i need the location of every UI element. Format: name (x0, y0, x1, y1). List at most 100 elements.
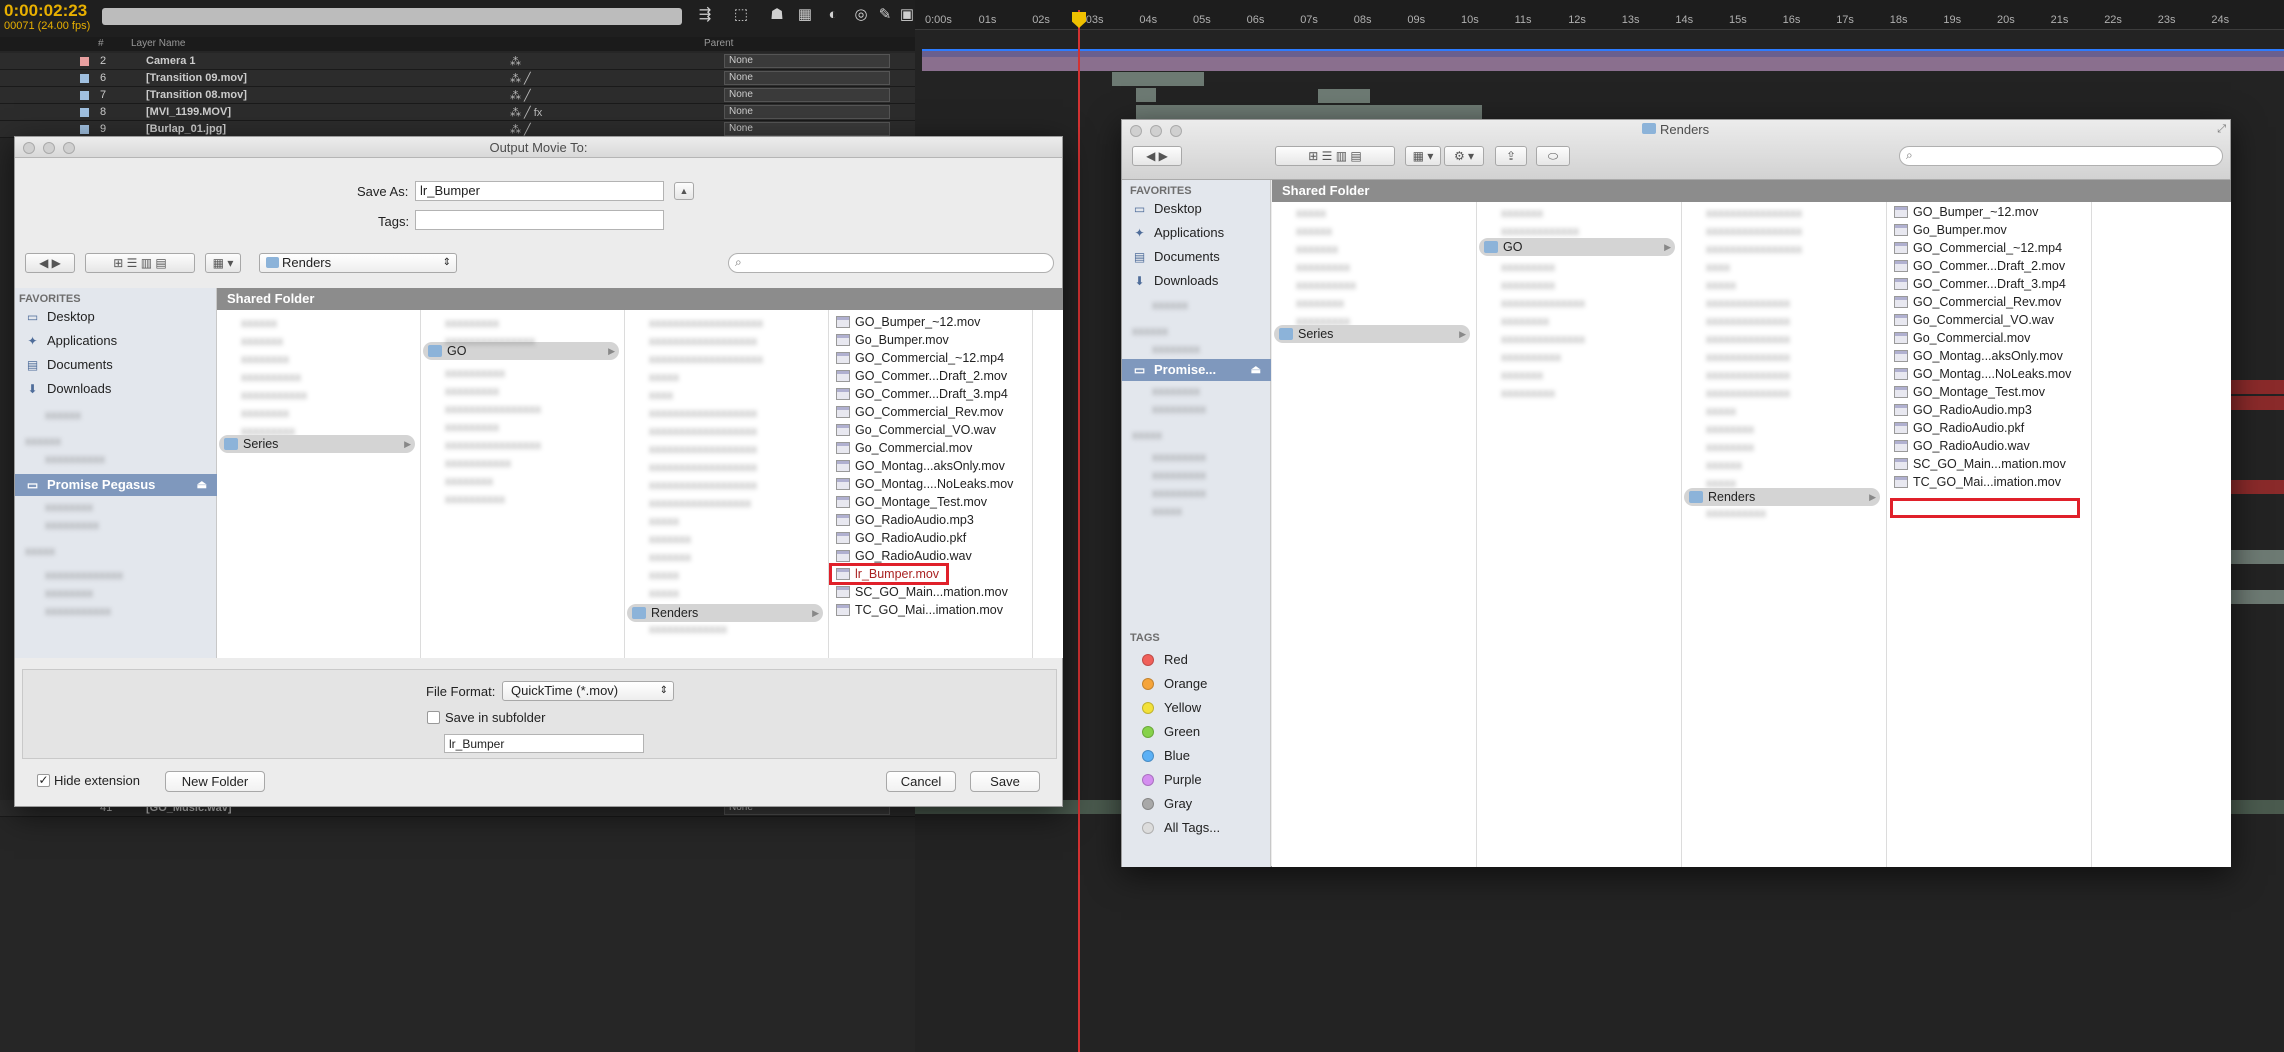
sidebar-tag-item[interactable]: Yellow (1164, 700, 1201, 715)
search-input[interactable]: ⌕ (728, 253, 1054, 273)
layer-bar[interactable] (2231, 480, 2284, 494)
file-list-item[interactable]: GO_Montage_Test.mov (831, 493, 1027, 511)
sidebar-item-downloads[interactable]: ⬇ Downloads (1122, 270, 1271, 292)
file-list-item[interactable]: Go_Commercial.mov (1889, 329, 2085, 347)
save-as-input[interactable]: lr_Bumper (415, 181, 664, 201)
view-mode-buttons[interactable]: ⊞ ☰ ▥ ▤ (85, 253, 195, 273)
browser-column-files[interactable]: GO_Bumper_~12.mov Go_Bumper.mov GO_Commerc… (1887, 202, 2092, 867)
sidebar-item-downloads[interactable]: ⬇ Downloads (15, 378, 217, 400)
comp-mini-flowchart-icon[interactable]: ⇶ (694, 5, 716, 25)
zoom-window-button[interactable] (63, 142, 75, 154)
file-list-item[interactable]: GO_Commer...Draft_2.mov (1889, 257, 2085, 275)
layer-bar[interactable] (1136, 88, 1156, 102)
list-item-go[interactable]: GO ▶ (1479, 238, 1675, 256)
layer-bar[interactable] (2231, 380, 2284, 394)
layer-row[interactable]: 6 [Transition 09.mov] ⁂ ╱ None (0, 70, 915, 87)
zoom-window-button[interactable] (1170, 125, 1182, 137)
expand-dialog-button[interactable]: ▲ (674, 182, 694, 200)
file-list-item[interactable]: GO_Montag...aksOnly.mov (831, 457, 1027, 475)
file-list-item[interactable]: GO_Commercial_Rev.mov (831, 403, 1027, 421)
file-list-item[interactable]: GO_Bumper_~12.mov (831, 313, 1027, 331)
sidebar-tag-item[interactable]: Green (1164, 724, 1200, 739)
time-ruler[interactable]: 0:00s 01s 02s 03s 04s 05s 06s 07s 08s 09s 10s 11s 12… (915, 0, 2284, 30)
layer-bar[interactable] (2231, 590, 2284, 604)
file-list-item[interactable]: GO_Montag....NoLeaks.mov (831, 475, 1027, 493)
label-color-swatch[interactable] (80, 125, 89, 134)
cancel-button[interactable]: Cancel (886, 771, 956, 792)
layer-search-input[interactable] (102, 8, 682, 25)
label-color-swatch[interactable] (80, 74, 89, 83)
motion-blur-icon[interactable]: ◐ (822, 5, 844, 25)
draft-3d-icon[interactable]: ⬚ (730, 5, 752, 25)
brainstorm-icon[interactable]: ✎ (874, 5, 896, 25)
sidebar-tag-item[interactable]: Gray (1164, 796, 1192, 811)
layer-switches[interactable]: ⁂ ╱ (510, 123, 531, 136)
file-list-item[interactable]: GO_Commercial_~12.mp4 (831, 349, 1027, 367)
action-gear-button[interactable]: ⚙ ▾ (1444, 146, 1484, 166)
layer-bar[interactable] (2231, 396, 2284, 410)
edit-tags-button[interactable]: ⬭ (1536, 146, 1570, 166)
layer-switches[interactable]: ⁂ (510, 55, 521, 68)
file-list-item[interactable]: Go_Bumper.mov (831, 331, 1027, 349)
layer-name[interactable]: [Transition 09.mov] (146, 72, 247, 84)
sidebar-tag-item[interactable]: Blue (1164, 748, 1190, 763)
sidebar-item-promise-pegasus[interactable]: ▭ Promise... ⏏ (1122, 359, 1271, 381)
close-window-button[interactable] (1130, 125, 1142, 137)
file-list-item[interactable]: GO_RadioAudio.mp3 (831, 511, 1027, 529)
arrange-button[interactable]: ▦ ▾ (1405, 146, 1441, 166)
file-list-item[interactable]: GO_RadioAudio.mp3 (1889, 401, 2085, 419)
layer-name[interactable]: [MVI_1199.MOV] (146, 106, 231, 118)
file-list-item[interactable]: Go_Commercial_VO.wav (831, 421, 1027, 439)
file-list-item[interactable]: SC_GO_Main...mation.mov (831, 583, 1027, 601)
close-window-button[interactable] (23, 142, 35, 154)
file-list-item[interactable]: GO_RadioAudio.wav (1889, 437, 2085, 455)
view-mode-buttons[interactable]: ⊞ ☰ ▥ ▤ (1275, 146, 1395, 166)
parent-select[interactable]: None (724, 122, 890, 136)
sidebar-tag-item[interactable]: Red (1164, 652, 1188, 667)
layer-bar[interactable] (922, 57, 2284, 71)
layer-row[interactable]: 8 [MVI_1199.MOV] ⁂ ╱ fx None (0, 104, 915, 121)
sidebar-item-desktop[interactable]: ▭ Desktop (15, 306, 217, 328)
eject-icon[interactable]: ⏏ (1251, 359, 1261, 381)
location-popup[interactable]: Renders ⇕ (259, 253, 457, 273)
layer-bar[interactable] (1318, 89, 1370, 103)
file-list-item[interactable]: GO_Montag...aksOnly.mov (1889, 347, 2085, 365)
sidebar-tag-item[interactable]: Purple (1164, 772, 1202, 787)
layer-bar[interactable] (1112, 72, 1204, 86)
save-button[interactable]: Save (970, 771, 1040, 792)
parent-select[interactable]: None (724, 54, 890, 68)
browser-column[interactable]: xxxxxxxxxxxxxxxxxxx xxxxxxxxxxxxxxxxxx x… (625, 310, 829, 658)
browser-column[interactable]: xxxxxxx xxxxxxxxxxxxx GO ▶ xxxxxxxxx xxxx… (1477, 202, 1682, 867)
list-item-renders[interactable]: Renders ▶ (627, 604, 823, 622)
hide-extension-checkbox[interactable]: ✓ (37, 774, 50, 787)
arrange-button[interactable]: ▦ ▾ (205, 253, 241, 273)
file-list-item[interactable]: TC_GO_Mai...imation.mov (831, 601, 1027, 619)
parent-select[interactable]: None (724, 88, 890, 102)
list-item-series[interactable]: Series ▶ (219, 435, 415, 453)
file-list-item[interactable]: GO_RadioAudio.pkf (1889, 419, 2085, 437)
sidebar-item-applications[interactable]: ✦ Applications (1122, 222, 1271, 244)
file-list-item[interactable]: GO_Commercial_~12.mp4 (1889, 239, 2085, 257)
work-area-bar[interactable] (922, 50, 2284, 57)
browser-column[interactable]: GO ▶ xxxxxxxxx xxxxxxxxxxxxxxx xxxxxxxxxx… (421, 310, 625, 658)
file-list-item[interactable]: Go_Bumper.mov (1889, 221, 2085, 239)
layer-row[interactable]: 2 Camera 1 ⁂ None (0, 53, 915, 70)
minimize-window-button[interactable] (1150, 125, 1162, 137)
file-list-item[interactable]: TC_GO_Mai...imation.mov (1889, 473, 2085, 491)
file-list-item[interactable]: GO_Commercial_Rev.mov (1889, 293, 2085, 311)
layer-bar[interactable] (2231, 550, 2284, 564)
label-color-swatch[interactable] (80, 91, 89, 100)
file-list-item[interactable]: GO_RadioAudio.pkf (831, 529, 1027, 547)
eject-icon[interactable]: ⏏ (197, 474, 207, 496)
file-list-item[interactable]: GO_Commer...Draft_3.mp4 (831, 385, 1027, 403)
sidebar-item-documents[interactable]: ▤ Documents (15, 354, 217, 376)
layer-bar[interactable] (1136, 105, 1482, 119)
file-list-item[interactable]: Go_Commercial.mov (831, 439, 1027, 457)
file-list-item[interactable]: GO_Montage_Test.mov (1889, 383, 2085, 401)
timecode-display[interactable]: 0:00:02:23 (4, 1, 87, 21)
file-list-item[interactable]: GO_Commer...Draft_2.mov (831, 367, 1027, 385)
layer-name[interactable]: [Burlap_01.jpg] (146, 123, 226, 135)
browser-column[interactable]: xxxxxx xxxxxxx xxxxxxxx xxxxxxxxxx xxxxx… (217, 310, 421, 658)
tags-input[interactable] (415, 210, 664, 230)
subfolder-checkbox[interactable] (427, 711, 440, 724)
